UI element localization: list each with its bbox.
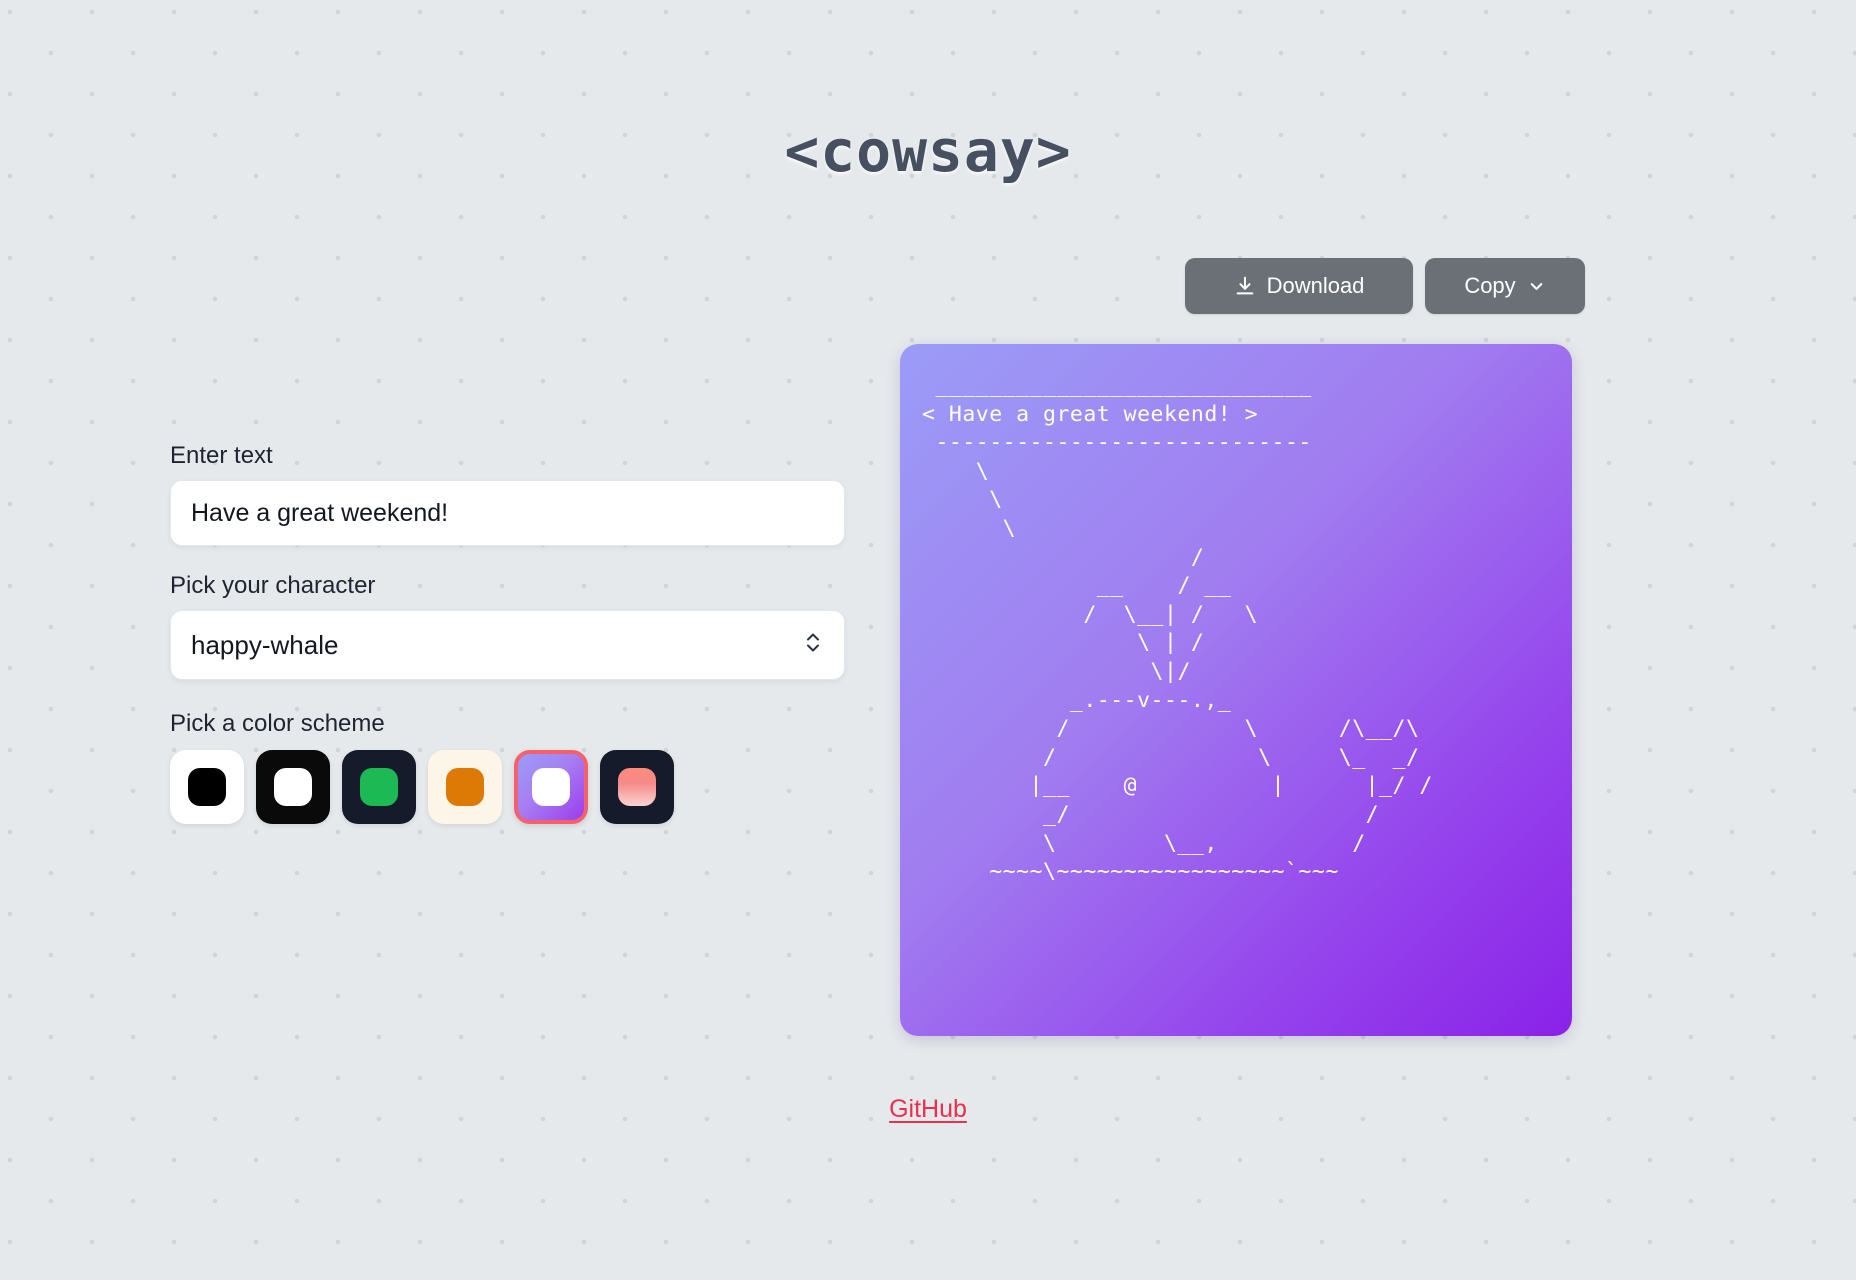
color-swatch-navy-green[interactable] <box>342 750 416 824</box>
settings-form: Enter text Pick your character happy-wha… <box>170 442 845 824</box>
character-select[interactable]: happy-whale <box>170 610 845 680</box>
ascii-preview-panel: ____________________________ < Have a gr… <box>900 344 1572 1036</box>
character-select-wrap: happy-whale <box>170 610 845 680</box>
github-link[interactable]: GitHub <box>889 1095 967 1123</box>
action-buttons: Download Copy <box>1185 258 1585 314</box>
download-icon <box>1234 275 1256 297</box>
page-title: <cowsay> <box>784 117 1072 185</box>
color-scheme-swatches <box>170 750 845 824</box>
download-button[interactable]: Download <box>1185 258 1413 314</box>
download-button-label: Download <box>1266 273 1365 298</box>
text-input[interactable] <box>170 480 845 546</box>
character-select-value: happy-whale <box>191 629 339 660</box>
color-scheme-label: Pick a color scheme <box>170 710 385 737</box>
footer: GitHub <box>0 1095 1856 1124</box>
ascii-art: ____________________________ < Have a gr… <box>922 373 1433 885</box>
color-swatch-dot <box>618 768 656 806</box>
color-swatch-black-white[interactable] <box>256 750 330 824</box>
chevron-down-icon <box>1527 277 1546 296</box>
color-swatch-dot <box>360 768 398 806</box>
text-field-label: Enter text <box>170 442 273 469</box>
color-swatch-dot <box>446 768 484 806</box>
color-swatch-dot <box>274 768 312 806</box>
copy-button[interactable]: Copy <box>1425 258 1585 314</box>
copy-button-label: Copy <box>1464 273 1516 298</box>
color-swatch-dot <box>532 768 570 806</box>
character-field-label: Pick your character <box>170 572 376 599</box>
color-swatch-dot <box>188 768 226 806</box>
color-swatch-purple-white[interactable] <box>514 750 588 824</box>
color-swatch-navy-coral[interactable] <box>600 750 674 824</box>
color-swatch-cream-orange[interactable] <box>428 750 502 824</box>
color-swatch-white-black[interactable] <box>170 750 244 824</box>
